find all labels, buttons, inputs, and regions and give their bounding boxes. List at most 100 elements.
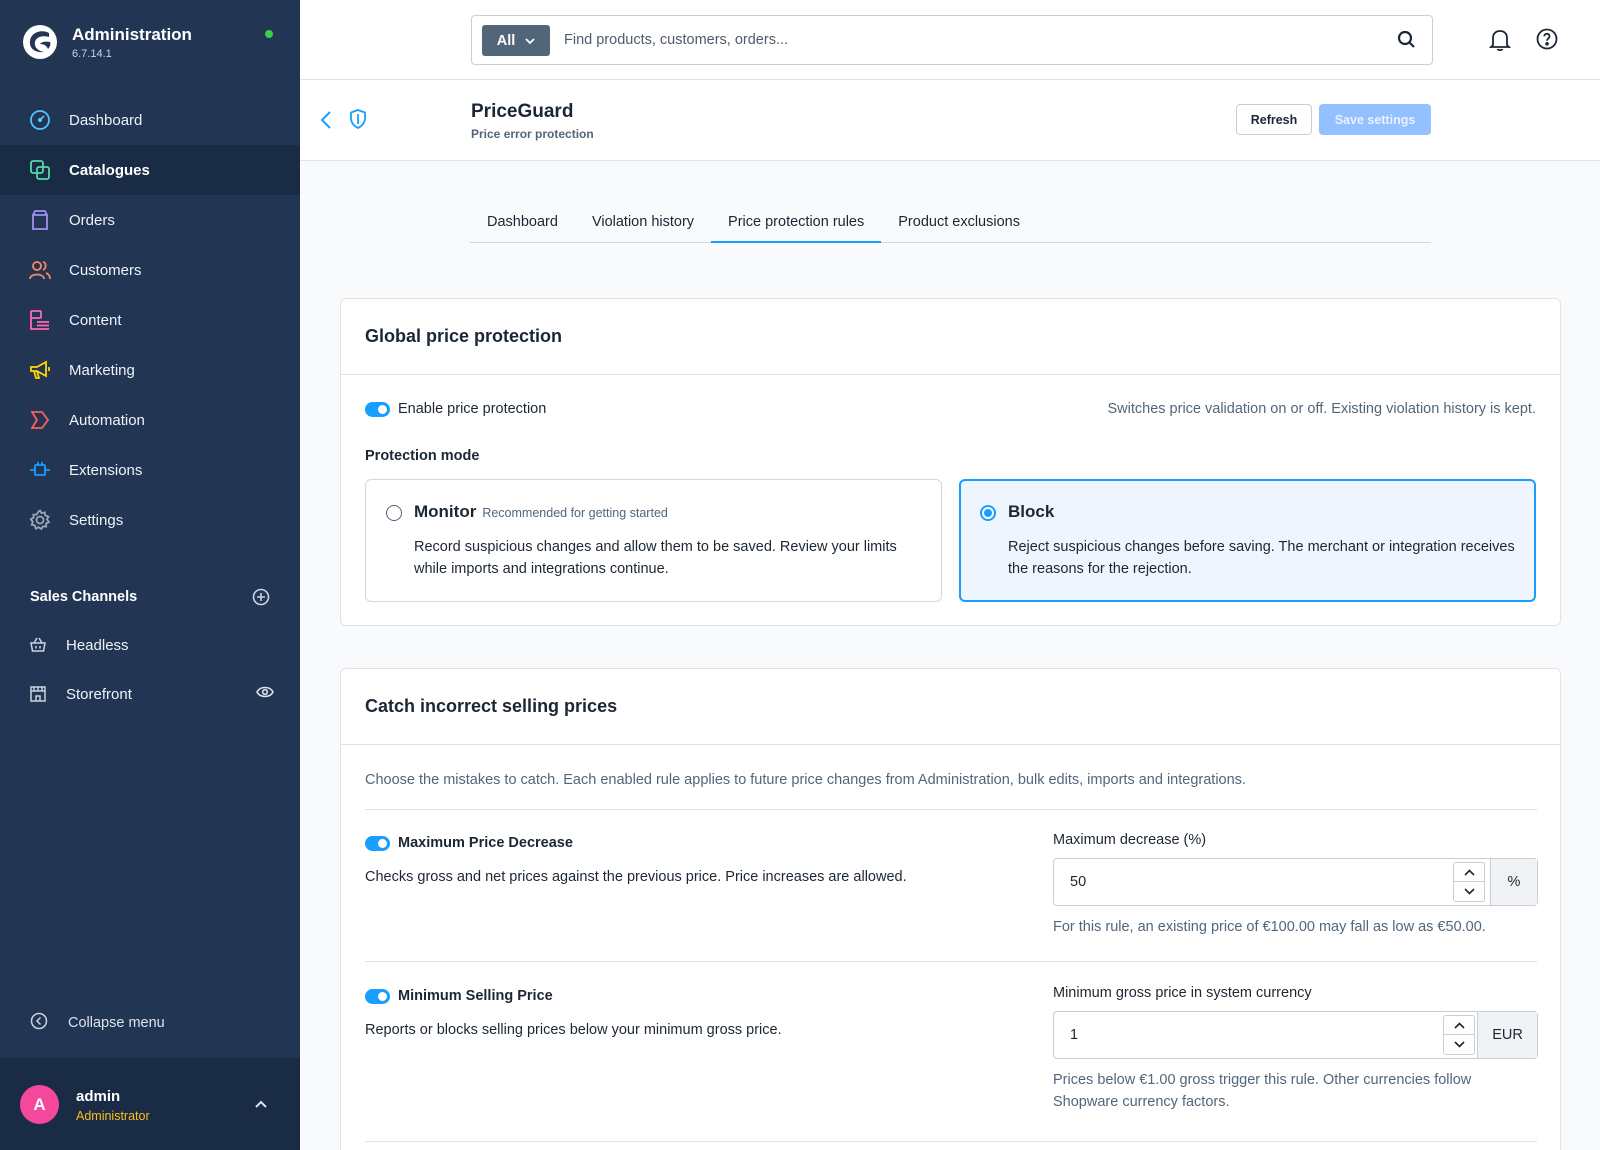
card-title: Catch incorrect selling prices (341, 669, 1560, 745)
min-gross-price-field: EUR (1053, 1011, 1538, 1059)
mode-option-monitor[interactable]: Monitor Recommended for getting started R… (365, 479, 942, 602)
divider (365, 1141, 1537, 1142)
max-decrease-input[interactable] (1070, 859, 1370, 905)
nav-label: Content (69, 311, 122, 329)
nav-item-marketing[interactable]: Marketing (0, 345, 300, 395)
selling-price-rules-card: Catch incorrect selling prices Choose th… (340, 668, 1561, 1150)
eye-icon[interactable] (256, 685, 274, 703)
enable-protection-help: Switches price validation on or off. Exi… (1107, 401, 1537, 417)
max-decrease-help: For this rule, an existing price of €100… (1053, 919, 1486, 935)
min-gross-price-input[interactable] (1070, 1012, 1370, 1058)
nav-label: Customers (69, 261, 142, 279)
users-icon (28, 258, 52, 282)
global-protection-card: Global price protection Enable price pro… (340, 298, 1561, 626)
tab-dashboard[interactable]: Dashboard (470, 202, 575, 242)
increment-button[interactable] (1444, 1016, 1474, 1035)
monitor-title: Monitor (414, 502, 477, 521)
search-type-select[interactable]: All (482, 25, 550, 56)
plug-icon (28, 458, 52, 482)
monitor-radio[interactable] (386, 505, 402, 521)
rule-max-price-decrease-header: Maximum Price Decrease (365, 835, 573, 851)
gauge-icon (28, 108, 52, 132)
mode-option-block[interactable]: Block Reject suspicious changes before s… (959, 479, 1536, 602)
divider (365, 809, 1537, 810)
refresh-button[interactable]: Refresh (1236, 104, 1312, 135)
max-decrease-label: Maximum decrease (%) (1053, 832, 1207, 848)
smart-bar: PriceGuard Price error protection Refres… (300, 80, 1600, 161)
tab-price-protection-rules[interactable]: Price protection rules (711, 202, 882, 243)
brand[interactable]: Administration 6.7.14.1 (22, 24, 192, 60)
page-title: PriceGuard (471, 101, 574, 122)
user-role: Administrator (76, 1109, 150, 1123)
max-price-decrease-toggle[interactable] (365, 835, 390, 851)
mode-title: Monitor Recommended for getting started (414, 502, 668, 522)
bell-icon[interactable] (1488, 28, 1512, 57)
nav-label: Orders (69, 211, 115, 229)
sales-channel-label: Storefront (66, 685, 132, 703)
add-sales-channel-icon[interactable] (252, 588, 270, 606)
collapse-menu-button[interactable]: Collapse menu (30, 1012, 165, 1034)
app-title: Administration (72, 25, 192, 44)
rule-description: Reports or blocks selling prices below y… (365, 1022, 782, 1038)
help-icon[interactable] (1536, 28, 1558, 55)
nav-item-extensions[interactable]: Extensions (0, 445, 300, 495)
monitor-description: Record suspicious changes and allow them… (414, 539, 897, 577)
chevron-left-circle-icon (30, 1012, 48, 1034)
nav-item-settings[interactable]: Settings (0, 495, 300, 545)
sales-channel-storefront[interactable]: Storefront (28, 674, 274, 714)
nav-item-dashboard[interactable]: Dashboard (0, 95, 300, 145)
shield-icon (349, 108, 367, 135)
sales-channel-headless[interactable]: Headless (28, 625, 274, 665)
rule-title: Maximum Price Decrease (398, 835, 573, 851)
sales-channels-title: Sales Channels (30, 589, 138, 605)
nav-item-content[interactable]: Content (0, 295, 300, 345)
nav-item-customers[interactable]: Customers (0, 245, 300, 295)
block-radio[interactable] (980, 505, 996, 521)
shopping-bag-icon (28, 208, 52, 232)
basket-icon (28, 635, 48, 655)
increment-button[interactable] (1454, 863, 1484, 882)
nav-label: Extensions (69, 461, 143, 479)
decrement-button[interactable] (1444, 1035, 1474, 1054)
nav-item-orders[interactable]: Orders (0, 195, 300, 245)
decrement-button[interactable] (1454, 882, 1484, 901)
app-version: 6.7.14.1 (72, 48, 112, 60)
card-title: Global price protection (341, 299, 1560, 375)
enable-protection-toggle[interactable] (365, 401, 390, 417)
user-menu[interactable]: A admin Administrator (0, 1058, 300, 1150)
megaphone-icon (28, 358, 52, 382)
save-settings-button[interactable]: Save settings (1319, 104, 1431, 135)
chevron-up-icon (1453, 1021, 1465, 1029)
avatar: A (20, 1085, 59, 1124)
search-icon[interactable] (1397, 30, 1416, 54)
min-selling-price-toggle[interactable] (365, 988, 390, 1004)
search-input[interactable] (564, 16, 1364, 64)
nav-item-automation[interactable]: Automation (0, 395, 300, 445)
nav-item-catalogues[interactable]: Catalogues (0, 145, 300, 195)
chevron-down-icon (1453, 1041, 1465, 1048)
collapse-menu-label: Collapse menu (68, 1015, 165, 1031)
back-arrow-icon[interactable] (320, 110, 332, 135)
global-search: All (471, 15, 1433, 65)
shopware-logo-icon (23, 25, 57, 59)
main-navigation: Dashboard Catalogues Orders Customers Co… (0, 95, 300, 545)
gear-icon (28, 508, 52, 532)
nav-label: Catalogues (69, 161, 150, 179)
sidebar: Administration 6.7.14.1 Dashboard Catalo… (0, 0, 300, 1150)
rules-intro: Choose the mistakes to catch. Each enabl… (365, 772, 1246, 788)
search-type-label: All (496, 32, 516, 49)
tab-product-exclusions[interactable]: Product exclusions (881, 202, 1037, 242)
rule-description: Checks gross and net prices against the … (365, 869, 907, 885)
protection-mode-label: Protection mode (365, 448, 480, 464)
chevron-down-icon (1463, 888, 1475, 895)
nav-label: Dashboard (69, 111, 143, 129)
rule-min-selling-price-header: Minimum Selling Price (365, 988, 553, 1004)
max-decrease-field: % (1053, 858, 1538, 906)
content-icon (28, 308, 52, 332)
min-gross-price-stepper (1443, 1015, 1475, 1055)
nav-label: Automation (69, 411, 145, 429)
rule-title: Minimum Selling Price (398, 988, 553, 1004)
divider (365, 961, 1537, 962)
tab-violation-history[interactable]: Violation history (575, 202, 711, 242)
online-status-indicator (265, 30, 273, 38)
